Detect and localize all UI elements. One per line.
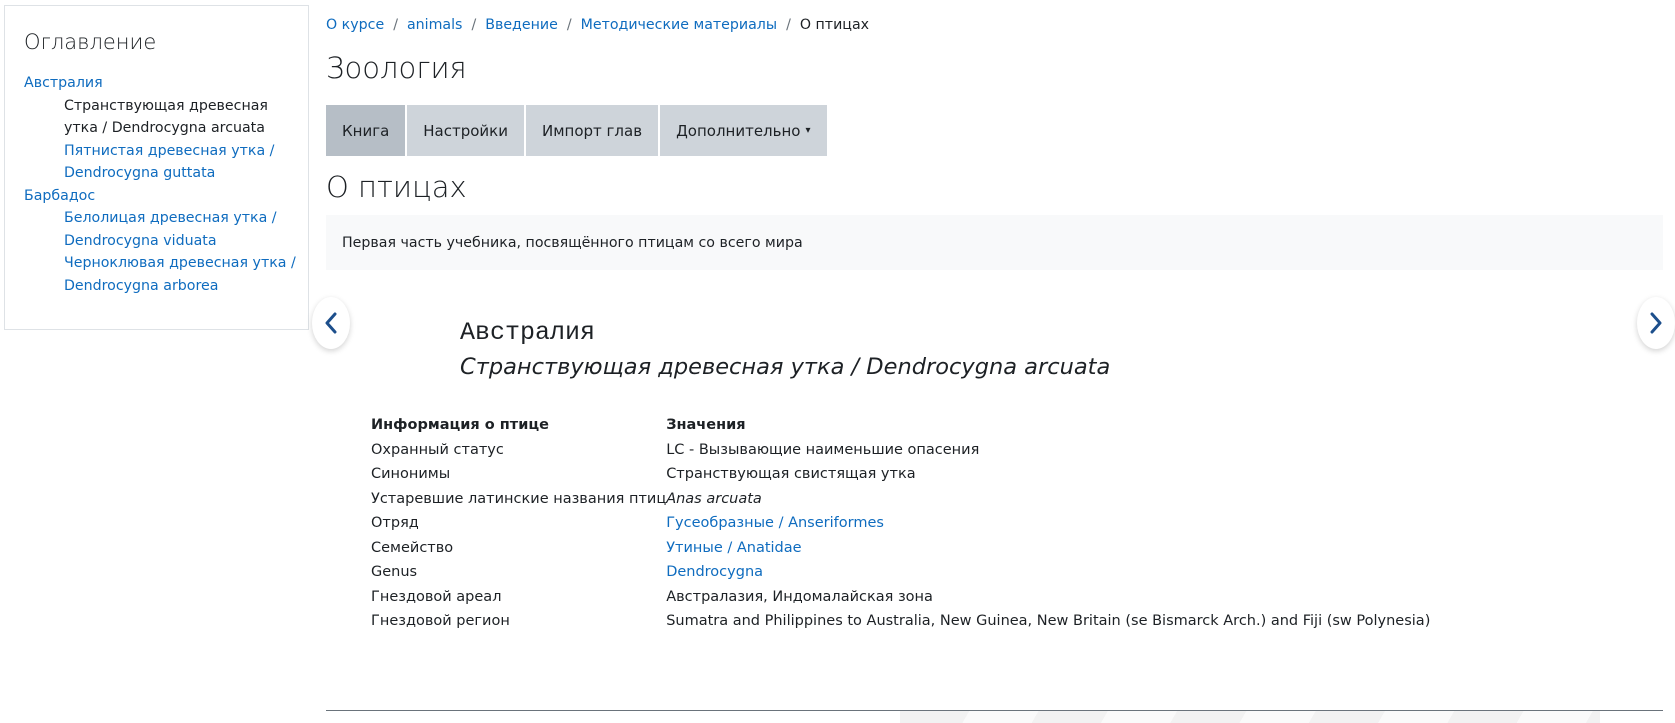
chevron-left-icon bbox=[325, 312, 337, 334]
tab-settings[interactable]: Настройки bbox=[407, 105, 526, 156]
row-label: Семейство bbox=[371, 539, 454, 556]
book-tabs: Книга Настройки Импорт глав Дополнительно ▾ bbox=[326, 105, 829, 156]
breadcrumb-link[interactable]: animals bbox=[407, 17, 462, 33]
next-chapter-button[interactable] bbox=[1637, 297, 1675, 349]
breadcrumb: О курсе / animals / Введение / Методические ма… bbox=[326, 17, 869, 33]
tab-import-chapters[interactable]: Импорт глав bbox=[526, 105, 661, 156]
section-subheading: Странствующая древесная утка / Dendrocyg… bbox=[460, 354, 1111, 380]
toc-title: Оглавление bbox=[24, 30, 157, 54]
tab-label: Настройки bbox=[423, 121, 508, 140]
row-value-link[interactable]: Утиные / Anatidae bbox=[666, 536, 1430, 561]
table-row: Синонимы Странствующая свистящая утка bbox=[371, 462, 1430, 487]
breadcrumb-link[interactable]: О курсе bbox=[326, 17, 384, 33]
row-label: Отряд bbox=[371, 515, 419, 532]
footer-decoration bbox=[900, 711, 1600, 723]
chevron-right-icon bbox=[1650, 312, 1662, 334]
chapter-title: О птицах bbox=[326, 170, 467, 204]
chapter-intro: Первая часть учебника, посвящённого птиц… bbox=[326, 215, 1663, 270]
breadcrumb-separator: / bbox=[393, 17, 398, 33]
tab-book[interactable]: Книга bbox=[326, 105, 408, 156]
row-label: Устаревшие латинские названия птиц bbox=[371, 490, 667, 507]
table-row: Гнездовой регион Sumatra and Philippines … bbox=[371, 609, 1430, 634]
table-row: Гнездовой ареал Австралазия, Индомалайска… bbox=[371, 585, 1430, 610]
row-label: Гнездовой регион bbox=[371, 613, 510, 630]
tab-more[interactable]: Дополнительно ▾ bbox=[660, 105, 829, 156]
previous-chapter-button[interactable] bbox=[312, 297, 350, 349]
toc-list: Австралия Странствующая древесная утка / … bbox=[24, 72, 304, 297]
tab-label: Книга bbox=[342, 121, 390, 140]
row-label: Гнездовой ареал bbox=[371, 588, 502, 605]
table-row: Устаревшие латинские названия птиц Anas a… bbox=[371, 487, 1430, 512]
breadcrumb-current: О птицах bbox=[799, 17, 870, 33]
toc-subchapter-link[interactable]: Черноклювая древесная утка / Dendrocygna… bbox=[24, 252, 304, 297]
toc-current-item: Странствующая древесная утка / Dendrocyg… bbox=[64, 97, 268, 137]
row-value: Anas arcuata bbox=[666, 490, 762, 507]
row-value-link[interactable]: Dendrocygna bbox=[666, 560, 1430, 585]
toc-chapter-link[interactable]: Австралия bbox=[24, 72, 304, 95]
row-label: Genus bbox=[371, 564, 418, 581]
row-label: Синонимы bbox=[371, 466, 451, 483]
tab-label: Дополнительно bbox=[676, 121, 801, 140]
breadcrumb-separator: / bbox=[786, 17, 791, 33]
row-value-link[interactable]: Гусеобразные / Anseriformes bbox=[666, 511, 1430, 536]
table-row: Genus Dendrocygna bbox=[371, 560, 1430, 585]
toc-block: Оглавление Австралия Странствующая древес… bbox=[4, 5, 309, 330]
toc-subchapter-link[interactable]: Пятнистая древесная утка / Dendrocygna g… bbox=[24, 140, 304, 185]
toc-chapter-link[interactable]: Барбадос bbox=[24, 185, 304, 208]
table-row: Охранный статус LC - Вызывающие наименьши… bbox=[371, 438, 1430, 463]
table-row: Семейство Утиные / Anatidae bbox=[371, 536, 1430, 561]
row-value: Странствующая свистящая утка bbox=[666, 466, 916, 483]
table-row: Отряд Гусеобразные / Anseriformes bbox=[371, 511, 1430, 536]
row-value: LC - Вызывающие наименьшие опасения bbox=[666, 441, 980, 458]
chevron-down-icon: ▾ bbox=[805, 125, 811, 136]
breadcrumb-separator: / bbox=[471, 17, 477, 33]
column-header: Значения bbox=[666, 417, 746, 434]
row-value: Австралазия, Индомалайская зона bbox=[666, 588, 933, 605]
tab-label: Импорт глав bbox=[542, 121, 643, 140]
toc-subchapter-link[interactable]: Белолицая древесная утка / Dendrocygna v… bbox=[24, 207, 304, 252]
breadcrumb-separator: / bbox=[566, 17, 572, 33]
bird-info-table: Информация о птице Значения Охранный ста… bbox=[371, 413, 1430, 634]
breadcrumb-link[interactable]: Введение bbox=[485, 17, 558, 33]
breadcrumb-link[interactable]: Методические материалы bbox=[581, 17, 777, 33]
section-heading: Австралия bbox=[460, 318, 596, 347]
row-value: Sumatra and Philippines to Australia, Ne… bbox=[666, 613, 1431, 630]
row-label: Охранный статус bbox=[371, 441, 504, 458]
table-header-row: Информация о птице Значения bbox=[371, 413, 1430, 438]
intro-text: Первая часть учебника, посвящённого птиц… bbox=[342, 234, 803, 251]
column-header: Информация о птице bbox=[371, 417, 549, 434]
page-title: Зоология bbox=[326, 51, 467, 85]
